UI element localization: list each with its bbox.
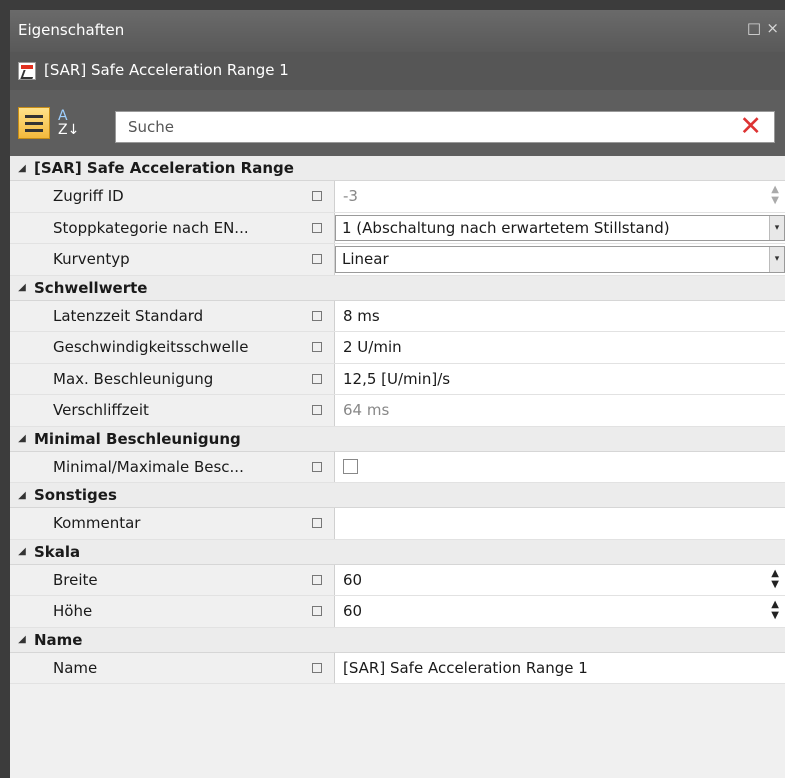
property-row: Zugriff ID -3 ▲ ▼ <box>10 181 785 213</box>
clear-search-icon[interactable]: ✕ <box>739 112 762 142</box>
property-name: Breite <box>10 564 300 595</box>
property-value-text: 60 <box>343 570 363 589</box>
property-name: Verschliffzeit <box>10 395 300 426</box>
sort-letter-z: Z↓ <box>58 122 80 138</box>
property-name: Geschwindigkeitsschwelle <box>10 332 300 363</box>
property-value-text: 8 ms <box>343 306 380 325</box>
property-row: Verschliffzeit 64 ms <box>10 395 785 427</box>
collapse-triangle-icon[interactable]: ◢ <box>10 490 34 501</box>
property-row: Max. Beschleunigung 12,5 [U/min]/s <box>10 363 785 395</box>
category-label: Schwellwerte <box>34 278 148 297</box>
property-value[interactable]: 2 U/min <box>335 332 785 363</box>
property-value[interactable] <box>335 508 785 539</box>
spinner-icon[interactable]: ▲ ▼ <box>771 184 779 206</box>
property-name: Max. Beschleunigung <box>10 363 300 394</box>
spinner-icon[interactable]: ▲ ▼ <box>771 599 779 621</box>
property-value[interactable]: 8 ms <box>335 301 785 332</box>
toolbar: A Z↓ Suche ✕ <box>10 90 785 156</box>
property-row: Stoppkategorie nach EN... 1 (Abschaltung … <box>10 212 785 244</box>
property-value-text: [SAR] Safe Acceleration Range 1 <box>343 658 588 677</box>
property-value[interactable]: -3 ▲ ▼ <box>335 181 785 212</box>
category-header[interactable]: ◢ Sonstiges <box>10 483 785 508</box>
collapse-triangle-icon[interactable]: ◢ <box>10 282 34 293</box>
property-row: Kurventyp Linear ▾ <box>10 244 785 276</box>
property-value-text: 64 ms <box>343 401 390 420</box>
property-name: Kommentar <box>10 508 300 539</box>
category-label: [SAR] Safe Acceleration Range <box>34 159 294 177</box>
restore-icon[interactable]: □ <box>747 19 761 37</box>
property-row: Latenzzeit Standard 8 ms <box>10 300 785 332</box>
property-pin-icon[interactable] <box>300 564 335 595</box>
properties-panel: Eigenschaften □ × [SAR] Safe Acceleratio… <box>10 10 785 778</box>
category-label: Sonstiges <box>34 486 117 504</box>
property-pin-icon[interactable] <box>300 363 335 394</box>
property-value[interactable]: 60 ▲ ▼ <box>335 596 785 627</box>
category-header[interactable]: ◢ [SAR] Safe Acceleration Range <box>10 156 785 181</box>
property-row: Kommentar <box>10 508 785 540</box>
property-dropdown[interactable]: 1 (Abschaltung nach erwartetem Stillstan… <box>335 214 785 241</box>
property-pin-icon[interactable] <box>300 508 335 539</box>
property-value-text: 2 U/min <box>343 338 402 357</box>
property-value-text: 1 (Abschaltung nach erwartetem Stillstan… <box>342 218 670 237</box>
property-row: Breite 60 ▲ ▼ <box>10 564 785 596</box>
object-header: [SAR] Safe Acceleration Range 1 <box>10 52 785 90</box>
property-value[interactable]: 64 ms <box>335 395 785 426</box>
collapse-triangle-icon[interactable]: ◢ <box>10 546 34 557</box>
property-name: Kurventyp <box>10 244 300 275</box>
property-row: Name [SAR] Safe Acceleration Range 1 <box>10 652 785 684</box>
dropdown-arrow-icon[interactable]: ▾ <box>769 247 784 272</box>
property-pin-icon[interactable] <box>300 596 335 627</box>
collapse-triangle-icon[interactable]: ◢ <box>10 433 34 444</box>
category-header[interactable]: ◢ Schwellwerte <box>10 275 785 301</box>
panel-title-bar: Eigenschaften □ × <box>10 10 785 52</box>
property-name: Name <box>10 652 300 683</box>
property-pin-icon[interactable] <box>300 300 335 331</box>
sort-letter-a: A <box>58 108 68 124</box>
property-name: Höhe <box>10 596 300 627</box>
search-placeholder: Suche <box>128 118 175 136</box>
categorized-view-icon[interactable] <box>18 107 50 139</box>
property-pin-icon[interactable] <box>300 451 335 482</box>
category-header[interactable]: ◢ Name <box>10 627 785 653</box>
property-value-text: 12,5 [U/min]/s <box>343 369 451 388</box>
category-label: Name <box>34 630 83 649</box>
collapse-triangle-icon[interactable]: ◢ <box>10 634 34 645</box>
property-row: Geschwindigkeitsschwelle 2 U/min <box>10 332 785 364</box>
collapse-triangle-icon[interactable]: ◢ <box>10 163 34 174</box>
property-pin-icon[interactable] <box>300 652 335 683</box>
property-value[interactable]: 60 ▲ ▼ <box>335 565 785 596</box>
property-name: Zugriff ID <box>10 181 300 212</box>
property-value[interactable]: [SAR] Safe Acceleration Range 1 <box>335 653 785 684</box>
sort-alphabetical-icon[interactable]: A Z↓ <box>54 107 86 139</box>
property-name: Stoppkategorie nach EN... <box>10 212 300 243</box>
category-header[interactable]: ◢ Skala <box>10 539 785 565</box>
property-checkbox[interactable] <box>343 459 358 475</box>
search-input[interactable]: Suche ✕ <box>115 111 775 143</box>
property-dropdown[interactable]: Linear ▾ <box>335 246 785 273</box>
property-row: Minimal/Maximale Besc... <box>10 451 785 483</box>
category-label: Skala <box>34 542 81 561</box>
property-value[interactable] <box>335 452 785 483</box>
dropdown-arrow-icon[interactable]: ▾ <box>769 215 784 240</box>
property-row: Höhe 60 ▲ ▼ <box>10 596 785 628</box>
property-pin-icon[interactable] <box>300 212 335 243</box>
category-header[interactable]: ◢ Minimal Beschleunigung <box>10 426 785 452</box>
panel-title: Eigenschaften <box>18 21 125 39</box>
property-grid: ◢ [SAR] Safe Acceleration Range Zugriff ID… <box>10 156 785 684</box>
property-value-text: Linear <box>342 250 389 269</box>
property-name: Latenzzeit Standard <box>10 300 300 331</box>
property-name: Minimal/Maximale Besc... <box>10 451 300 482</box>
property-value[interactable]: 12,5 [U/min]/s <box>335 364 785 395</box>
close-icon[interactable]: × <box>766 19 779 37</box>
property-pin-icon[interactable] <box>300 332 335 363</box>
property-pin-icon[interactable] <box>300 395 335 426</box>
property-value-text: -3 <box>343 187 358 206</box>
object-title: [SAR] Safe Acceleration Range 1 <box>44 61 289 79</box>
category-label: Minimal Beschleunigung <box>34 429 241 448</box>
property-value-text: 60 <box>343 602 363 621</box>
spinner-icon[interactable]: ▲ ▼ <box>771 568 779 590</box>
sar-object-icon <box>18 62 36 80</box>
property-pin-icon[interactable] <box>300 244 335 275</box>
property-pin-icon[interactable] <box>300 181 335 212</box>
